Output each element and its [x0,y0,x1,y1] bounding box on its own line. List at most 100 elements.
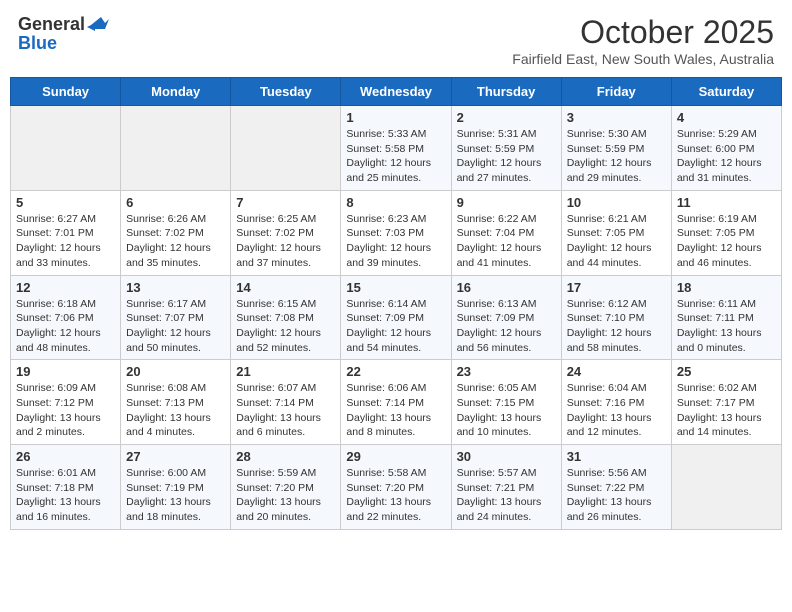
calendar-cell: 25Sunrise: 6:02 AM Sunset: 7:17 PM Dayli… [671,360,781,445]
calendar-table: SundayMondayTuesdayWednesdayThursdayFrid… [10,77,782,530]
calendar-cell: 27 Sunrise: 6:00 AM Sunset: 7:19 PM Dayli… [121,445,231,530]
calendar-cell: 10Sunrise: 6:21 AM Sunset: 7:05 PM Dayli… [561,190,671,275]
day-number: 14 [236,280,335,295]
week-row-2: 5Sunrise: 6:27 AM Sunset: 7:01 PM Daylig… [11,190,782,275]
calendar-cell: 28 Sunrise: 5:59 AM Sunset: 7:20 PM Dayli… [231,445,341,530]
calendar-cell: 18 Sunrise: 6:11 AM Sunset: 7:11 PM Dayli… [671,275,781,360]
day-info: Sunrise: 6:00 AM Sunset: 7:19 PM Dayligh… [126,466,225,525]
day-info: Sunrise: 5:29 AM Sunset: 6:00 PM Dayligh… [677,127,776,186]
calendar-cell: 4 Sunrise: 5:29 AM Sunset: 6:00 PM Daylig… [671,106,781,191]
day-info: Sunrise: 6:22 AM Sunset: 7:04 PM Dayligh… [457,212,556,271]
day-info: Sunrise: 6:09 AM Sunset: 7:12 PM Dayligh… [16,381,115,440]
week-row-1: 1Sunrise: 5:33 AM Sunset: 5:58 PM Daylig… [11,106,782,191]
day-number: 7 [236,195,335,210]
day-info: Sunrise: 5:58 AM Sunset: 7:20 PM Dayligh… [346,466,445,525]
day-number: 22 [346,364,445,379]
calendar-cell: 29 Sunrise: 5:58 AM Sunset: 7:20 PM Dayli… [341,445,451,530]
calendar-cell: 26 Sunrise: 6:01 AM Sunset: 7:18 PM Dayli… [11,445,121,530]
calendar-cell: 14 Sunrise: 6:15 AM Sunset: 7:08 PM Dayli… [231,275,341,360]
calendar-cell: 17 Sunrise: 6:12 AM Sunset: 7:10 PM Dayli… [561,275,671,360]
calendar-cell [121,106,231,191]
logo-blue-text: Blue [18,33,57,54]
day-info: Sunrise: 6:11 AM Sunset: 7:11 PM Dayligh… [677,297,776,356]
calendar-cell: 12 Sunrise: 6:18 AM Sunset: 7:06 PM Dayli… [11,275,121,360]
day-info: Sunrise: 5:59 AM Sunset: 7:20 PM Dayligh… [236,466,335,525]
calendar-cell: 11 Sunrise: 6:19 AM Sunset: 7:05 PM Dayli… [671,190,781,275]
day-header-wednesday: Wednesday [341,78,451,106]
calendar-cell [231,106,341,191]
day-info: Sunrise: 6:26 AM Sunset: 7:02 PM Dayligh… [126,212,225,271]
day-number: 12 [16,280,115,295]
calendar-cell: 8 Sunrise: 6:23 AM Sunset: 7:03 PM Daylig… [341,190,451,275]
day-info: Sunrise: 6:17 AM Sunset: 7:07 PM Dayligh… [126,297,225,356]
day-info: Sunrise: 6:04 AM Sunset: 7:16 PM Dayligh… [567,381,666,440]
day-info: Sunrise: 6:18 AM Sunset: 7:06 PM Dayligh… [16,297,115,356]
calendar-cell: 6 Sunrise: 6:26 AM Sunset: 7:02 PM Daylig… [121,190,231,275]
day-number: 30 [457,449,556,464]
day-info: Sunrise: 5:30 AM Sunset: 5:59 PM Dayligh… [567,127,666,186]
day-info: Sunrise: 6:01 AM Sunset: 7:18 PM Dayligh… [16,466,115,525]
day-info: Sunrise: 6:23 AM Sunset: 7:03 PM Dayligh… [346,212,445,271]
day-number: 18 [677,280,776,295]
day-number: 19 [16,364,115,379]
day-number: 2 [457,110,556,125]
location-subtitle: Fairfield East, New South Wales, Austral… [512,51,774,67]
day-number: 27 [126,449,225,464]
calendar-cell: 7 Sunrise: 6:25 AM Sunset: 7:02 PM Daylig… [231,190,341,275]
day-header-sunday: Sunday [11,78,121,106]
day-number: 17 [567,280,666,295]
calendar-cell: 31 Sunrise: 5:56 AM Sunset: 7:22 PM Dayli… [561,445,671,530]
day-info: Sunrise: 6:06 AM Sunset: 7:14 PM Dayligh… [346,381,445,440]
day-number: 29 [346,449,445,464]
week-row-5: 26 Sunrise: 6:01 AM Sunset: 7:18 PM Dayli… [11,445,782,530]
calendar-cell: 23Sunrise: 6:05 AM Sunset: 7:15 PM Dayli… [451,360,561,445]
day-number: 13 [126,280,225,295]
calendar-cell: 19 Sunrise: 6:09 AM Sunset: 7:12 PM Dayli… [11,360,121,445]
calendar-cell: 20Sunrise: 6:08 AM Sunset: 7:13 PM Dayli… [121,360,231,445]
day-number: 5 [16,195,115,210]
title-area: October 2025 Fairfield East, New South W… [512,14,774,67]
calendar-cell: 3 Sunrise: 5:30 AM Sunset: 5:59 PM Daylig… [561,106,671,191]
day-info: Sunrise: 6:25 AM Sunset: 7:02 PM Dayligh… [236,212,335,271]
logo-general-text: General [18,14,85,35]
month-title: October 2025 [512,14,774,51]
day-number: 31 [567,449,666,464]
day-number: 4 [677,110,776,125]
day-header-thursday: Thursday [451,78,561,106]
day-info: Sunrise: 6:15 AM Sunset: 7:08 PM Dayligh… [236,297,335,356]
calendar-cell [671,445,781,530]
calendar-cell: 15Sunrise: 6:14 AM Sunset: 7:09 PM Dayli… [341,275,451,360]
calendar-cell: 22 Sunrise: 6:06 AM Sunset: 7:14 PM Dayli… [341,360,451,445]
calendar-cell: 5Sunrise: 6:27 AM Sunset: 7:01 PM Daylig… [11,190,121,275]
day-info: Sunrise: 6:12 AM Sunset: 7:10 PM Dayligh… [567,297,666,356]
day-number: 11 [677,195,776,210]
day-info: Sunrise: 6:21 AM Sunset: 7:05 PM Dayligh… [567,212,666,271]
day-info: Sunrise: 6:19 AM Sunset: 7:05 PM Dayligh… [677,212,776,271]
calendar-cell: 21 Sunrise: 6:07 AM Sunset: 7:14 PM Dayli… [231,360,341,445]
header: General Blue October 2025 Fairfield East… [10,10,782,71]
day-info: Sunrise: 5:56 AM Sunset: 7:22 PM Dayligh… [567,466,666,525]
day-number: 24 [567,364,666,379]
calendar-cell: 24 Sunrise: 6:04 AM Sunset: 7:16 PM Dayli… [561,360,671,445]
day-number: 8 [346,195,445,210]
week-row-3: 12 Sunrise: 6:18 AM Sunset: 7:06 PM Dayli… [11,275,782,360]
day-header-tuesday: Tuesday [231,78,341,106]
day-header-saturday: Saturday [671,78,781,106]
day-number: 6 [126,195,225,210]
day-number: 26 [16,449,115,464]
day-header-friday: Friday [561,78,671,106]
calendar-cell: 2 Sunrise: 5:31 AM Sunset: 5:59 PM Daylig… [451,106,561,191]
day-number: 28 [236,449,335,464]
day-info: Sunrise: 5:57 AM Sunset: 7:21 PM Dayligh… [457,466,556,525]
calendar-cell: 16Sunrise: 6:13 AM Sunset: 7:09 PM Dayli… [451,275,561,360]
calendar-cell: 30 Sunrise: 5:57 AM Sunset: 7:21 PM Dayli… [451,445,561,530]
day-info: Sunrise: 6:05 AM Sunset: 7:15 PM Dayligh… [457,381,556,440]
day-number: 21 [236,364,335,379]
day-info: Sunrise: 6:07 AM Sunset: 7:14 PM Dayligh… [236,381,335,440]
logo-bird-icon [87,17,109,33]
day-number: 3 [567,110,666,125]
day-info: Sunrise: 6:14 AM Sunset: 7:09 PM Dayligh… [346,297,445,356]
day-number: 20 [126,364,225,379]
day-number: 25 [677,364,776,379]
day-info: Sunrise: 5:31 AM Sunset: 5:59 PM Dayligh… [457,127,556,186]
